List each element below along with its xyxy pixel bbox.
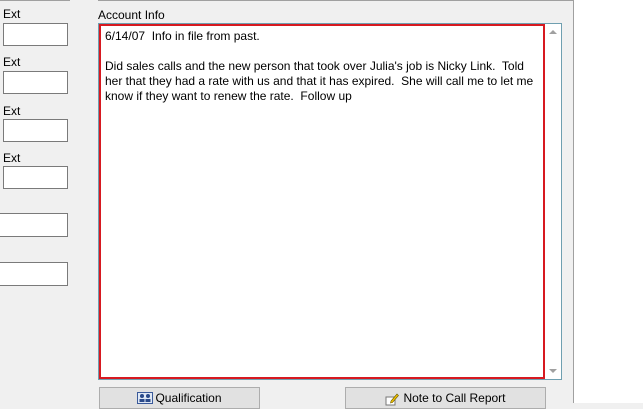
account-info-scrollbar[interactable]	[545, 24, 561, 379]
ext-label-3: Ext	[3, 104, 21, 118]
left-field-5[interactable]	[0, 213, 68, 237]
qualification-button[interactable]: Qualification	[99, 387, 260, 409]
ext-field-2[interactable]	[3, 71, 68, 94]
ext-label-4: Ext	[3, 151, 21, 165]
top-divider-left	[0, 0, 70, 1]
note-to-call-report-button[interactable]: Note to Call Report	[345, 387, 546, 409]
people-icon	[137, 392, 154, 404]
scroll-down-arrow-icon[interactable]	[549, 369, 557, 373]
right-blank-panel	[574, 0, 643, 403]
scroll-up-arrow-icon[interactable]	[549, 30, 557, 34]
ext-field-3[interactable]	[3, 119, 68, 142]
ext-label-2: Ext	[3, 55, 21, 69]
pencil-note-icon	[385, 392, 400, 406]
ext-field-4[interactable]	[3, 166, 68, 189]
account-info-label: Account Info	[98, 8, 165, 22]
top-divider-right	[98, 0, 573, 1]
account-info-memo-frame: 6/14/07 Info in file from past. Did sale…	[98, 23, 562, 380]
ext-field-1[interactable]	[3, 23, 68, 46]
ext-label-1: Ext	[3, 7, 21, 21]
account-info-textarea[interactable]: 6/14/07 Info in file from past. Did sale…	[99, 24, 545, 379]
left-field-6[interactable]	[0, 262, 68, 286]
